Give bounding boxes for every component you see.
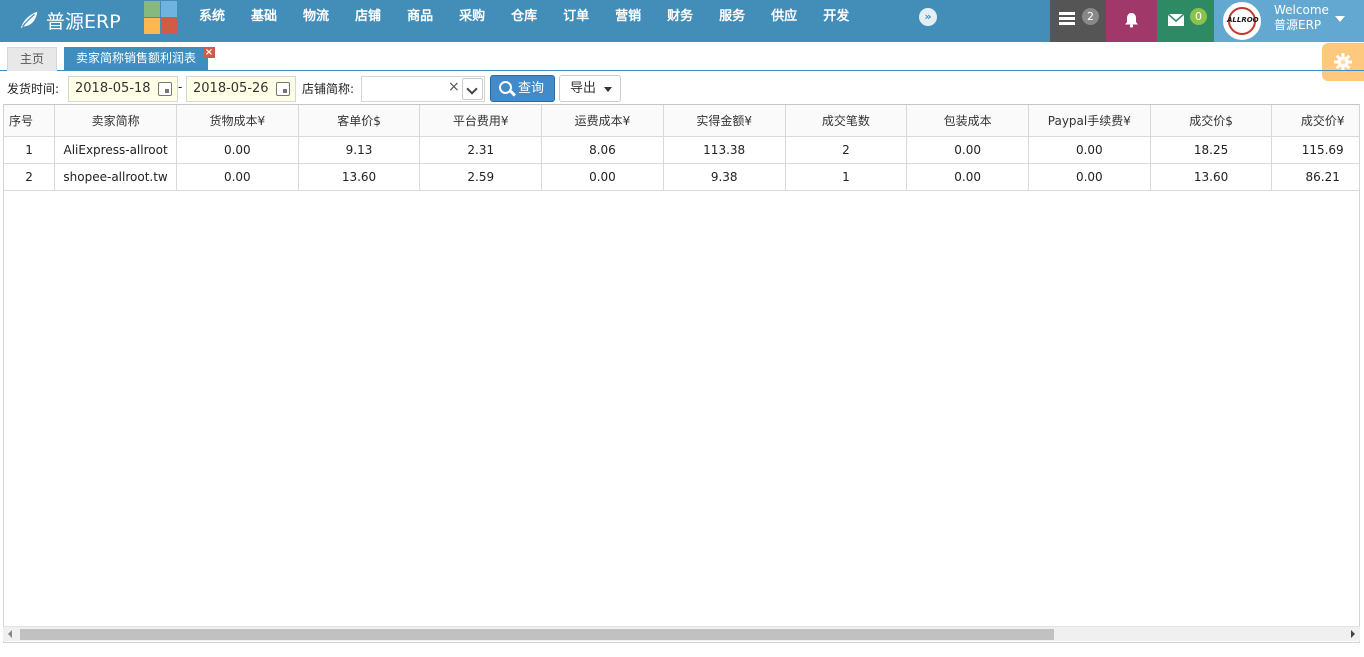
table-cell: 9.13: [298, 136, 421, 164]
user-name: 普源ERP: [1274, 18, 1322, 32]
nav-menu-item[interactable]: 仓库: [498, 0, 550, 36]
table-cell: 1: [785, 163, 908, 191]
tasks-button[interactable]: 2: [1050, 0, 1106, 42]
avatar-logo-text: ALLROOT: [1227, 16, 1261, 24]
nav-menu-item[interactable]: 营销: [602, 0, 654, 36]
ship-time-label: 发货时间:: [7, 82, 60, 96]
table-row[interactable]: 1 AliExpress-allroot 0.00 9.13 2.31 8.06 113.3…: [4, 136, 1359, 164]
nav-menu-item[interactable]: 服务: [706, 0, 758, 36]
scrollbar-thumb[interactable]: [20, 629, 1054, 640]
search-icon: [499, 81, 512, 94]
filter-toolbar: 发货时间: 2018-05-18 - 2018-05-26 店铺简称: × 查询…: [0, 74, 1364, 104]
table-cell: shopee-allroot.tw: [54, 163, 177, 191]
table-cell: 18.25: [1150, 136, 1273, 164]
tasks-count-badge: 2: [1082, 8, 1099, 25]
nav-menu-item[interactable]: 财务: [654, 0, 706, 36]
tab-seller-sales-profit[interactable]: 卖家简称销售额利润表: [64, 47, 209, 71]
table-row[interactable]: 2 shopee-allroot.tw 0.00 13.60 2.59 0.00 9.38 1…: [4, 163, 1359, 191]
table-cell: 86.21: [1271, 163, 1359, 191]
table-cell: AliExpress-allroot: [54, 136, 177, 164]
bell-icon: [1125, 13, 1138, 28]
report-table: 序号 卖家简称 货物成本¥ 客单价$ 平台费用¥ 运费成本¥ 实得金额¥ 成交笔数 包装成本 Pa…: [4, 105, 1359, 191]
table-cell: 0.00: [176, 163, 299, 191]
chevron-down-icon[interactable]: [462, 78, 483, 100]
report-grid: 序号 卖家简称 货物成本¥ 客单价$ 平台费用¥ 运费成本¥ 实得金额¥ 成交笔数 包装成本 Pa…: [3, 104, 1360, 643]
table-header-row: 序号 卖家简称 货物成本¥ 客单价$ 平台费用¥ 运费成本¥ 实得金额¥ 成交笔数 包装成本 Pa…: [4, 105, 1359, 137]
brand-title: 普源ERP: [46, 10, 121, 33]
table-cell: 13.60: [298, 163, 421, 191]
scroll-right-icon[interactable]: [1351, 630, 1355, 638]
table-cell: 113.38: [663, 136, 786, 164]
column-header[interactable]: Paypal手续费¥: [1028, 105, 1151, 137]
nav-menu-item[interactable]: 订单: [550, 0, 602, 36]
column-header[interactable]: 成交价¥: [1271, 105, 1359, 137]
table-cell: 8.06: [541, 136, 664, 164]
top-navbar: 普源ERP 系统 基础 物流 店铺 商品 采购 仓库 订单 营销 财务 服务 供应 开发 » 2 0: [0, 0, 1364, 42]
column-header[interactable]: 平台费用¥: [419, 105, 543, 137]
store-label: 店铺简称:: [302, 82, 355, 96]
nav-menu-item[interactable]: 店铺: [342, 0, 394, 36]
mail-count-badge: 0: [1190, 8, 1207, 25]
nav-menu-item[interactable]: 基础: [238, 0, 290, 36]
table-cell: 0.00: [906, 163, 1029, 191]
calendar-icon[interactable]: [158, 82, 172, 96]
scroll-left-icon[interactable]: [8, 630, 12, 638]
table-cell: 115.69: [1271, 136, 1359, 164]
column-header[interactable]: 序号: [4, 105, 56, 137]
user-menu[interactable]: ALLROOT Welcome 普源ERP: [1214, 0, 1364, 42]
tasks-icon: [1059, 12, 1075, 25]
nav-menu-item[interactable]: 商品: [394, 0, 446, 36]
column-header[interactable]: 成交笔数: [785, 105, 908, 137]
calendar-icon[interactable]: [276, 82, 290, 96]
table-cell: 0.00: [176, 136, 299, 164]
nav-menu-item[interactable]: 开发: [810, 0, 862, 36]
column-header[interactable]: 运费成本¥: [541, 105, 664, 137]
notifications-button[interactable]: [1106, 0, 1157, 42]
close-icon[interactable]: ×: [203, 47, 215, 58]
tab-home[interactable]: 主页: [7, 47, 58, 71]
envelope-icon: [1168, 14, 1184, 26]
table-cell: 0.00: [906, 136, 1029, 164]
table-cell: 2: [4, 163, 56, 191]
nav-menu-item[interactable]: 物流: [290, 0, 342, 36]
table-body: 1 AliExpress-allroot 0.00 9.13 2.31 8.06 113.3…: [4, 136, 1359, 191]
clear-icon[interactable]: ×: [448, 80, 460, 94]
leaf-icon: [20, 11, 38, 29]
table-cell: 13.60: [1150, 163, 1273, 191]
query-button[interactable]: 查询: [490, 75, 555, 102]
table-cell: 1: [4, 136, 56, 164]
column-header[interactable]: 成交价$: [1150, 105, 1273, 137]
table-cell: 0.00: [541, 163, 664, 191]
nav-menu-item[interactable]: 供应: [758, 0, 810, 36]
caret-down-icon: [1335, 16, 1345, 22]
column-header[interactable]: 包装成本: [906, 105, 1029, 137]
nav-menu-item[interactable]: 系统: [186, 0, 238, 36]
avatar: ALLROOT: [1223, 2, 1261, 40]
table-cell: 2: [785, 136, 908, 164]
welcome-text: Welcome: [1274, 3, 1329, 17]
horizontal-scrollbar[interactable]: [3, 626, 1360, 641]
column-header[interactable]: 卖家简称: [54, 105, 177, 137]
table-cell: 0.00: [1028, 136, 1151, 164]
nav-menu-item[interactable]: 采购: [446, 0, 498, 36]
main-menu: 系统 基础 物流 店铺 商品 采购 仓库 订单 营销 财务 服务 供应 开发: [186, 0, 862, 36]
column-header[interactable]: 实得金额¥: [663, 105, 786, 137]
apps-grid-icon[interactable]: [144, 1, 178, 35]
date-separator: -: [178, 80, 183, 94]
double-chevron-right-icon[interactable]: »: [919, 8, 937, 26]
caret-down-icon: [604, 87, 612, 92]
column-header[interactable]: 货物成本¥: [176, 105, 299, 137]
table-cell: 0.00: [1028, 163, 1151, 191]
messages-button[interactable]: 0: [1157, 0, 1214, 42]
table-cell: 9.38: [663, 163, 786, 191]
export-button[interactable]: 导出: [559, 75, 621, 102]
table-cell: 2.31: [419, 136, 543, 164]
brand[interactable]: 普源ERP: [18, 6, 121, 34]
column-header[interactable]: 客单价$: [298, 105, 421, 137]
table-cell: 2.59: [419, 163, 543, 191]
